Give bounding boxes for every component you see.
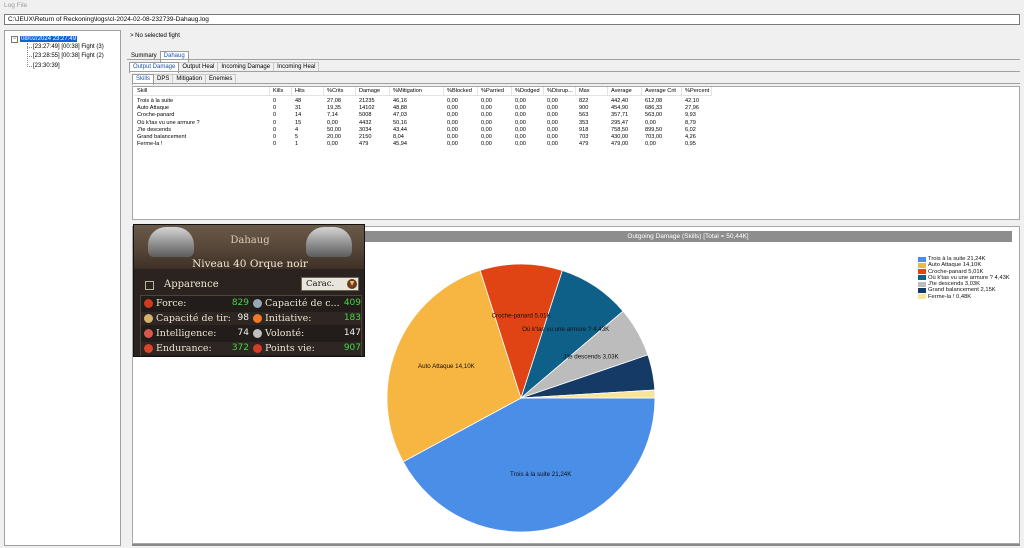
column-header[interactable]: %Dodged — [512, 87, 544, 96]
legend-swatch — [918, 256, 926, 262]
chart-title: Outgoing Damage (Skills) [Total = 50,44K… — [364, 231, 1012, 242]
pie-slice-label: Où k'tas vu une armure ? 4,43K — [522, 326, 610, 333]
column-header[interactable]: Max — [576, 87, 608, 96]
stat-row: Intelligence: 74 Volonté: 147 — [141, 327, 361, 340]
legend-swatch — [918, 281, 926, 287]
column-header[interactable]: Hits — [292, 87, 324, 96]
column-header[interactable]: %Blocked — [444, 87, 478, 96]
chart-legend: Trois à la suite 21,24K Auto Attaque 14,1… — [916, 256, 1020, 300]
sparkle-icon — [253, 314, 262, 323]
legend-swatch — [918, 287, 926, 293]
stats-category-value: Carac. — [306, 279, 335, 289]
collapse-icon[interactable]: − — [11, 36, 18, 43]
legend-label: Auto Attaque 14,10K — [928, 262, 982, 269]
fist-icon — [144, 299, 153, 308]
column-header[interactable]: Kills — [270, 87, 292, 96]
table-cell: 0,00 — [447, 141, 458, 148]
legend-label: Trois à la suite 21,24K — [928, 256, 986, 262]
column-header[interactable]: %Disrup... — [544, 87, 576, 96]
stat-value: 98 — [237, 313, 249, 323]
log-path-field[interactable]: C:\JEUX\Return of Reckoning\logs\cl-2024… — [4, 14, 1020, 25]
legend-swatch — [918, 294, 926, 300]
legend-swatch — [918, 269, 926, 275]
table-row[interactable]: Ferme-la ! 0 1 0,00 479 45,94 0,00 0,00 0,00 0,00… — [133, 140, 715, 148]
stat-value: 907 — [343, 343, 361, 353]
table-cell: Ferme-la ! — [137, 141, 163, 148]
stat-value: 74 — [237, 328, 249, 338]
character-level: Niveau 40 Orque noir — [192, 258, 308, 270]
stat-value: 147 — [343, 328, 361, 338]
dropdown-arrow-icon[interactable]: ▼ — [347, 279, 357, 289]
column-header[interactable]: Average — [608, 87, 642, 96]
health-icon — [253, 344, 262, 353]
selected-fight-label: > No selected fight — [130, 33, 180, 39]
stat-value: 372 — [231, 343, 249, 353]
legend-item: Ferme-la ! 0,48K — [916, 294, 1020, 300]
column-header[interactable]: Skill — [134, 87, 270, 96]
legend-label: Ferme-la ! 0,48K — [928, 293, 972, 300]
column-header[interactable]: %Parried — [478, 87, 512, 96]
stat-label: Endurance: — [156, 343, 212, 354]
table-cell: 0,00 — [515, 141, 526, 148]
tree-root-date[interactable]: 08/02/2024 23:27:49 — [20, 36, 78, 42]
column-header[interactable]: %Crits — [324, 87, 356, 96]
pie-slice-label: Auto Attaque 14,10K — [418, 363, 476, 370]
status-divider — [132, 544, 1020, 546]
stat-row: Capacité de tir: 98 Initiative: 183 — [141, 312, 361, 325]
table-cell: 479,00 — [611, 141, 629, 148]
window-title: Log File — [4, 2, 28, 9]
heart-icon — [144, 344, 153, 353]
table-cell: 479 — [579, 141, 589, 148]
pie-slice-label: J'te descends 3,03K — [563, 353, 619, 360]
swords-icon — [253, 299, 262, 308]
appearance-label: Apparence — [164, 279, 219, 290]
stat-label: Intelligence: — [156, 328, 217, 339]
stats-panel: Force: 829 Capacité de c... 409 Capacité de … — [140, 295, 362, 356]
pie-slice-label: Trois à la suite 21,24K — [510, 471, 572, 478]
table-cell: 0,00 — [645, 141, 656, 148]
stat-label: Points vie: — [265, 343, 315, 354]
table-cell: 0,00 — [481, 141, 492, 148]
table-cell: 1 — [295, 141, 299, 148]
pie-slice-label: Croche-panard 5,01K — [492, 313, 552, 320]
column-header[interactable]: Damage — [356, 87, 390, 96]
stat-value: 183 — [343, 313, 361, 323]
column-header[interactable]: %Percent — [682, 87, 712, 96]
stat-row: Force: 829 Capacité de c... 409 — [141, 297, 361, 310]
column-header[interactable]: Average Crit — [642, 87, 682, 96]
stat-label: Force: — [156, 298, 187, 309]
tree-item-fight[interactable]: [23:30:39] — [33, 63, 60, 70]
character-panel: Dahaug Niveau 40 Orque noir Apparence Ca… — [133, 224, 365, 357]
legend-swatch — [918, 275, 926, 281]
table-cell: 0,00 — [547, 141, 558, 148]
appearance-checkbox[interactable] — [145, 281, 154, 290]
table-cell: 479 — [359, 141, 369, 148]
stat-value: 409 — [343, 298, 361, 308]
fight-tree[interactable]: − 08/02/2024 23:27:49 [23:27:49] [00:38]… — [4, 30, 121, 546]
legend-label: J'te descends 3,03K — [928, 281, 981, 288]
stat-label: Volonté: — [265, 328, 305, 339]
character-name: Dahaug — [230, 235, 270, 246]
table-cell: 0,95 — [685, 141, 696, 148]
legend-swatch — [918, 262, 926, 268]
will-icon — [253, 329, 262, 338]
tree-item-fight[interactable]: [23:28:55] [00:38] Fight (2) — [33, 53, 104, 60]
column-header[interactable]: %Mitigation — [390, 87, 444, 96]
bow-icon — [144, 314, 153, 323]
stats-category-select[interactable]: Carac. ▼ — [301, 277, 359, 291]
table-cell: 0,00 — [327, 141, 338, 148]
table-cell: 0 — [273, 141, 277, 148]
eye-icon — [144, 329, 153, 338]
skills-table[interactable]: Skill Kills Hits %Crits Damage %Mitigation %Bl… — [132, 86, 1020, 220]
legend-label: Où k'tas vu une armure ? 4,43K — [928, 274, 1010, 281]
stat-label: Initiative: — [265, 313, 312, 324]
stat-value: 829 — [231, 298, 249, 308]
tree-item-fight[interactable]: [23:27:49] [00:38] Fight (3) — [33, 44, 104, 51]
stat-row: Endurance: 372 Points vie: 907 — [141, 342, 361, 355]
table-cell: 45,94 — [393, 141, 407, 148]
legend-label: Grand balancement 2,15K — [928, 287, 996, 294]
legend-label: Croche-panard 5,01K — [928, 268, 984, 275]
